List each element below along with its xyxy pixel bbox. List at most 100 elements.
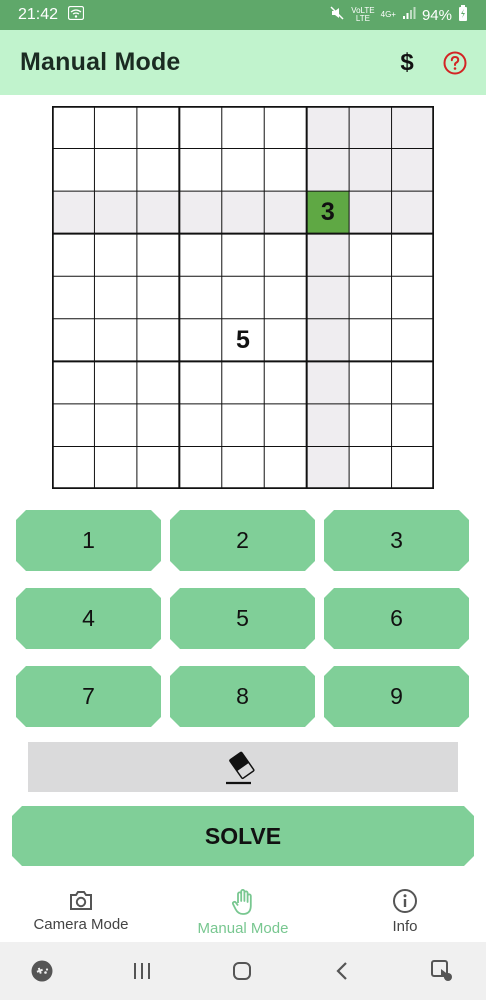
keypad-key-9[interactable]: 9 xyxy=(324,666,469,727)
sudoku-cell-r8c4[interactable] xyxy=(179,404,221,447)
sudoku-cell-r4c8[interactable] xyxy=(349,234,391,277)
nav-info[interactable]: Info xyxy=(324,878,486,942)
sudoku-cell-r6c8[interactable] xyxy=(349,319,391,362)
assistant-button[interactable] xyxy=(422,951,462,991)
sudoku-cell-r5c8[interactable] xyxy=(349,276,391,319)
sudoku-cell-r3c2[interactable] xyxy=(94,191,137,234)
keypad-key-1[interactable]: 1 xyxy=(16,510,161,571)
sudoku-cell-r9c4[interactable] xyxy=(179,446,221,489)
sudoku-cell-r3c5[interactable] xyxy=(221,191,265,234)
sudoku-cell-r8c2[interactable] xyxy=(94,404,136,447)
nav-camera-mode[interactable]: Camera Mode xyxy=(0,878,162,942)
sudoku-cell-r2c6[interactable] xyxy=(264,149,306,192)
sudoku-cell-r9c5[interactable] xyxy=(222,446,264,489)
sudoku-cell-r4c5[interactable] xyxy=(222,234,264,277)
sudoku-cell-r8c8[interactable] xyxy=(349,404,391,447)
sudoku-cell-r4c1[interactable] xyxy=(52,234,94,277)
sudoku-cell-r2c2[interactable] xyxy=(94,149,136,192)
sudoku-cell-r4c3[interactable] xyxy=(137,234,179,277)
sudoku-cell-r5c7[interactable] xyxy=(306,276,350,319)
sudoku-cell-r6c3[interactable] xyxy=(137,319,179,362)
keypad-key-2[interactable]: 2 xyxy=(170,510,315,571)
sudoku-cell-r6c4[interactable] xyxy=(179,319,221,362)
sudoku-cell-r3c9[interactable] xyxy=(391,191,434,234)
sudoku-cell-r6c7[interactable] xyxy=(306,318,350,362)
game-launcher-button[interactable] xyxy=(22,951,62,991)
sudoku-cell-r7c6[interactable] xyxy=(264,361,306,404)
sudoku-cell-r5c3[interactable] xyxy=(137,276,179,319)
erase-button[interactable] xyxy=(28,742,458,792)
sudoku-cell-r5c1[interactable] xyxy=(52,276,94,319)
keypad-key-3[interactable]: 3 xyxy=(324,510,469,571)
sudoku-cell-r4c6[interactable] xyxy=(264,234,306,277)
donate-button[interactable]: $ xyxy=(394,49,420,77)
sudoku-cell-r7c4[interactable] xyxy=(179,361,221,404)
sudoku-cell-r5c2[interactable] xyxy=(94,276,136,319)
sudoku-cell-r4c2[interactable] xyxy=(94,234,136,277)
sudoku-cell-r2c4[interactable] xyxy=(179,149,221,192)
sudoku-cell-r3c8[interactable] xyxy=(349,191,392,234)
sudoku-cell-r2c8[interactable] xyxy=(349,148,392,192)
sudoku-cell-r9c3[interactable] xyxy=(137,446,179,489)
keypad-key-7[interactable]: 7 xyxy=(16,666,161,727)
sudoku-cell-r7c9[interactable] xyxy=(392,361,434,404)
nav-manual-mode[interactable]: Manual Mode xyxy=(162,878,324,942)
sudoku-cell-r5c4[interactable] xyxy=(179,276,221,319)
sudoku-cell-r3c1[interactable] xyxy=(52,191,95,234)
sudoku-cell-r8c9[interactable] xyxy=(392,404,434,447)
sudoku-cell-r1c7[interactable] xyxy=(306,106,350,149)
sudoku-cell-r7c3[interactable] xyxy=(137,361,179,404)
sudoku-cell-r5c6[interactable] xyxy=(264,276,306,319)
sudoku-cell-r9c1[interactable] xyxy=(52,446,94,489)
sudoku-cell-r1c6[interactable] xyxy=(264,106,306,149)
sudoku-cell-r1c8[interactable] xyxy=(349,106,392,149)
sudoku-cell-r9c8[interactable] xyxy=(349,446,391,489)
sudoku-cell-r3c6[interactable] xyxy=(264,191,307,234)
sudoku-cell-r8c6[interactable] xyxy=(264,404,306,447)
sudoku-cell-r6c1[interactable] xyxy=(52,319,94,362)
keypad-key-4[interactable]: 4 xyxy=(16,588,161,649)
sudoku-cell-r3c4[interactable] xyxy=(179,191,222,234)
sudoku-cell-r2c3[interactable] xyxy=(137,149,179,192)
sudoku-cell-r7c7[interactable] xyxy=(306,361,350,404)
sudoku-cell-r7c5[interactable] xyxy=(222,361,264,404)
sudoku-cell-r9c9[interactable] xyxy=(392,446,434,489)
sudoku-cell-r5c5[interactable] xyxy=(222,276,264,319)
sudoku-cell-r3c3[interactable] xyxy=(136,191,180,234)
sudoku-cell-r6c5[interactable]: 5 xyxy=(222,319,264,362)
help-button[interactable] xyxy=(442,50,468,76)
sudoku-cell-r9c7[interactable] xyxy=(306,446,350,489)
sudoku-cell-r6c6[interactable] xyxy=(264,319,306,362)
sudoku-cell-r3c7[interactable]: 3 xyxy=(306,191,350,234)
sudoku-cell-r9c2[interactable] xyxy=(94,446,136,489)
sudoku-cell-r4c4[interactable] xyxy=(179,234,221,277)
sudoku-cell-r1c5[interactable] xyxy=(222,106,264,149)
keypad-key-6[interactable]: 6 xyxy=(324,588,469,649)
sudoku-cell-r1c3[interactable] xyxy=(137,106,179,149)
sudoku-cell-r5c9[interactable] xyxy=(392,276,434,319)
sudoku-cell-r7c8[interactable] xyxy=(349,361,391,404)
sudoku-cell-r9c6[interactable] xyxy=(264,446,306,489)
sudoku-cell-r4c7[interactable] xyxy=(306,233,350,277)
sudoku-cell-r4c9[interactable] xyxy=(392,234,434,277)
recents-button[interactable] xyxy=(122,951,162,991)
sudoku-cell-r1c4[interactable] xyxy=(179,106,221,149)
keypad-key-8[interactable]: 8 xyxy=(170,666,315,727)
sudoku-cell-r8c5[interactable] xyxy=(222,404,264,447)
sudoku-cell-r2c9[interactable] xyxy=(391,148,434,192)
sudoku-cell-r6c9[interactable] xyxy=(392,319,434,362)
sudoku-cell-r2c5[interactable] xyxy=(222,149,264,192)
sudoku-cell-r8c1[interactable] xyxy=(52,404,94,447)
solve-button[interactable]: SOLVE xyxy=(12,806,474,866)
home-button[interactable] xyxy=(222,951,262,991)
sudoku-cell-r2c7[interactable] xyxy=(306,148,350,192)
sudoku-cell-r2c1[interactable] xyxy=(52,149,94,192)
sudoku-cell-r6c2[interactable] xyxy=(94,319,136,362)
sudoku-cell-r8c7[interactable] xyxy=(306,403,350,447)
sudoku-cell-r7c2[interactable] xyxy=(94,361,136,404)
back-button[interactable] xyxy=(322,951,362,991)
sudoku-cell-r7c1[interactable] xyxy=(52,361,94,404)
sudoku-cell-r1c9[interactable] xyxy=(391,106,434,149)
sudoku-cell-r1c1[interactable] xyxy=(52,106,94,149)
sudoku-cell-r1c2[interactable] xyxy=(94,106,136,149)
